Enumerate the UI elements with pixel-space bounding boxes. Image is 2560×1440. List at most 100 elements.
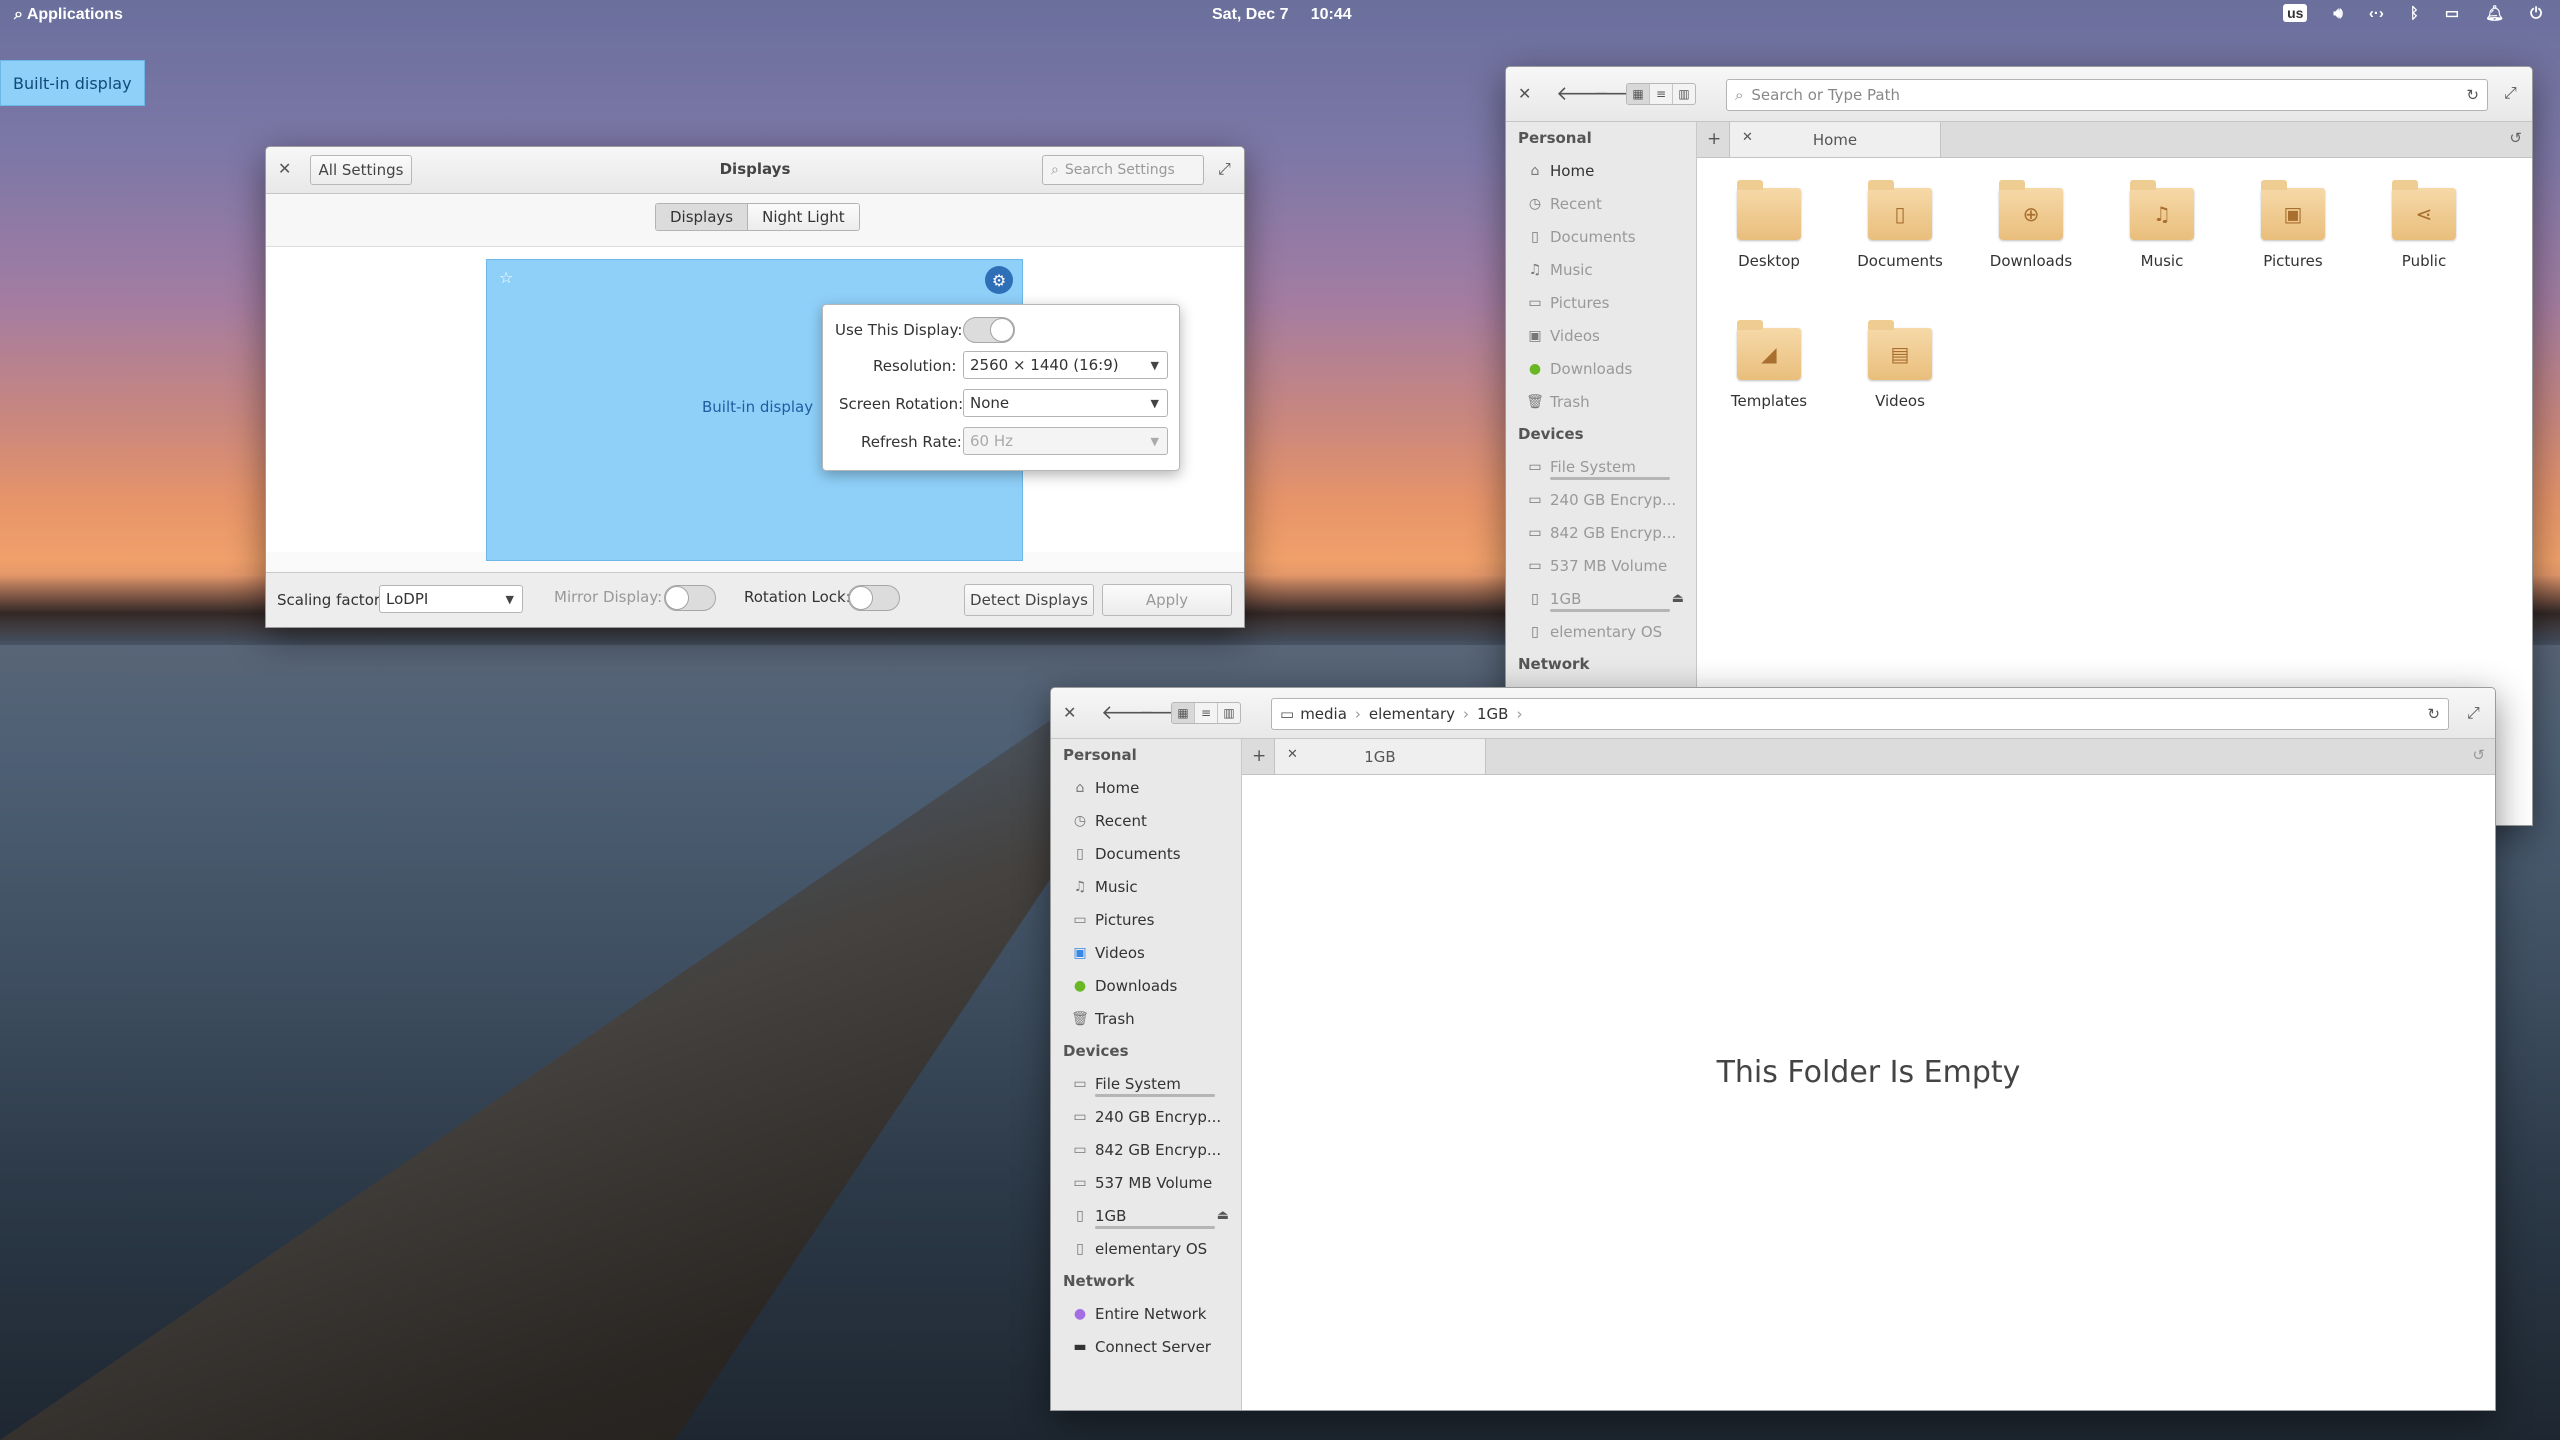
icon-view-icon[interactable]: ▦ (1627, 84, 1650, 104)
reload-icon[interactable]: ↻ (2427, 705, 2440, 723)
sidebar-item-file-system[interactable]: ▭ File System (1051, 1067, 1241, 1100)
sidebar-item-entire-network[interactable]: ● Entire Network (1051, 1297, 1241, 1330)
close-icon[interactable]: ✕ (1063, 703, 1076, 722)
resolution-value: 2560 × 1440 (16:9) (970, 356, 1119, 374)
breadcrumb-media[interactable]: media (1298, 705, 1355, 723)
tab-night-light[interactable]: Night Light (748, 204, 859, 230)
date-time-indicator[interactable]: Sat, Dec 7 10:44 (1212, 6, 1352, 24)
folder-desktop[interactable]: Desktop (1709, 180, 1829, 270)
maximize-icon[interactable]: ⤢ (2504, 83, 2517, 103)
keyboard-layout-indicator[interactable]: us (2283, 4, 2308, 22)
drive-icon: ▯ (1076, 1240, 1084, 1257)
tab-1gb[interactable]: ✕ 1GB (1274, 739, 1486, 774)
sidebar-item-recent[interactable]: ◷ Recent (1051, 804, 1241, 837)
sidebar-item-537mb[interactable]: ▭ 537 MB Volume (1051, 1166, 1241, 1199)
tab-close-icon[interactable]: ✕ (1742, 130, 1753, 145)
maximize-icon[interactable]: ⤢ (1218, 159, 1231, 179)
sidebar-item-1gb[interactable]: ▯ 1GB ⏏ (1506, 582, 1696, 615)
settings-search-input[interactable]: ⌕ Search Settings (1042, 155, 1204, 185)
tab-label: 1GB (1364, 747, 1396, 766)
sidebar-item-elementary-os[interactable]: ▯ elementary OS (1506, 615, 1696, 648)
sidebar-item-1gb[interactable]: ▯ 1GB ⏏ (1051, 1199, 1241, 1232)
sidebar-item-240gb[interactable]: ▭ 240 GB Encryp... (1506, 483, 1696, 516)
primary-star-icon[interactable]: ☆ (499, 268, 513, 287)
sidebar-item-label: Downloads (1550, 359, 1633, 378)
resolution-select[interactable]: 2560 × 1440 (16:9) ▼ (963, 351, 1168, 379)
battery-icon[interactable]: ▭ (2445, 4, 2459, 22)
rotation-select[interactable]: None ▼ (963, 389, 1168, 417)
sidebar-item-connect-server[interactable]: ▬ Connect Server (1051, 1330, 1241, 1363)
sidebar-item-music[interactable]: ♫ Music (1051, 870, 1241, 903)
breadcrumb[interactable]: ▭ media › elementary › 1GB › ↻ (1271, 698, 2449, 730)
folder-pictures[interactable]: ▣ Pictures (2233, 180, 2353, 270)
apply-label: Apply (1145, 591, 1189, 609)
use-display-switch[interactable] (963, 317, 1015, 343)
list-view-icon[interactable]: ≡ (1195, 703, 1218, 723)
sidebar-item-downloads[interactable]: ● Downloads (1506, 352, 1696, 385)
sidebar-item-pictures[interactable]: ▭ Pictures (1051, 903, 1241, 936)
rotation-lock-switch[interactable] (848, 585, 900, 611)
sidebar-item-elementary-os[interactable]: ▯ elementary OS (1051, 1232, 1241, 1265)
folder-downloads[interactable]: ⊕ Downloads (1971, 180, 2091, 270)
sidebar-item-documents[interactable]: ▯ Documents (1051, 837, 1241, 870)
tab-home[interactable]: ✕ Home (1729, 122, 1941, 157)
scaling-factor-select[interactable]: LoDPI ▼ (379, 585, 523, 613)
sidebar-item-pictures[interactable]: ▭ Pictures (1506, 286, 1696, 319)
close-icon[interactable]: ✕ (1518, 84, 1531, 103)
folder-videos[interactable]: ▤ Videos (1840, 320, 1960, 410)
drive-icon: ▭ (1528, 524, 1542, 541)
devices-header: Devices (1063, 1042, 1129, 1060)
eject-icon[interactable]: ⏏ (1672, 591, 1684, 606)
breadcrumb-elementary[interactable]: elementary (1361, 705, 1463, 723)
sidebar-item-downloads[interactable]: ● Downloads (1051, 969, 1241, 1002)
column-view-icon[interactable]: ▥ (1673, 84, 1695, 104)
sidebar-item-file-system[interactable]: ▭ File System (1506, 450, 1696, 483)
network-icon[interactable]: ‹·› (2369, 5, 2384, 22)
folder-public[interactable]: ⋖ Public (2364, 180, 2484, 270)
reload-icon[interactable]: ↻ (2466, 86, 2479, 104)
sidebar-item-documents[interactable]: ▯ Documents (1506, 220, 1696, 253)
applications-menu[interactable]: ⌕ Applications (14, 6, 123, 24)
sidebar-item-trash[interactable]: 🗑︎ Trash (1506, 385, 1696, 418)
new-tab-icon[interactable]: + (1252, 746, 1266, 766)
sidebar-item-videos[interactable]: ▣ Videos (1051, 936, 1241, 969)
notifications-icon[interactable]: 🔔︎ (2485, 4, 2504, 22)
displays-settings-window: ✕ All Settings Displays ⌕ Search Setting… (265, 146, 1245, 628)
sidebar-item-videos[interactable]: ▣ Videos (1506, 319, 1696, 352)
eject-icon[interactable]: ⏏ (1217, 1208, 1229, 1223)
sidebar-item-home[interactable]: ⌂ Home (1506, 154, 1696, 187)
history-icon[interactable]: ↺ (2509, 129, 2522, 147)
network-header: Network (1518, 655, 1590, 673)
path-bar[interactable]: ⌕ Search or Type Path ↻ (1726, 79, 2488, 111)
tab-close-icon[interactable]: ✕ (1287, 747, 1298, 762)
sidebar-item-240gb[interactable]: ▭ 240 GB Encryp... (1051, 1100, 1241, 1133)
path-placeholder: Search or Type Path (1751, 86, 1900, 104)
maximize-icon[interactable]: ⤢ (2467, 703, 2480, 723)
list-view-icon[interactable]: ≡ (1650, 84, 1673, 104)
sidebar-item-recent[interactable]: ◷ Recent (1506, 187, 1696, 220)
tab-displays[interactable]: Displays (656, 204, 749, 230)
sidebar-item-842gb[interactable]: ▭ 842 GB Encryp... (1506, 516, 1696, 549)
apply-button[interactable]: Apply (1102, 584, 1232, 616)
sidebar-item-music[interactable]: ♫ Music (1506, 253, 1696, 286)
sidebar-item-trash[interactable]: 🗑︎ Trash (1051, 1002, 1241, 1035)
folder-music[interactable]: ♫ Music (2102, 180, 2222, 270)
power-icon[interactable]: ⏻ (2530, 5, 2542, 22)
sidebar-item-home[interactable]: ⌂ Home (1051, 771, 1241, 804)
bluetooth-icon[interactable]: ᛒ (2410, 5, 2419, 22)
new-tab-icon[interactable]: + (1707, 129, 1721, 149)
sidebar-item-537mb[interactable]: ▭ 537 MB Volume (1506, 549, 1696, 582)
scaling-factor-value: LoDPI (386, 590, 429, 608)
monitor-settings-button[interactable]: ⚙ (985, 266, 1013, 294)
history-icon[interactable]: ↺ (2472, 746, 2485, 764)
sidebar-item-842gb[interactable]: ▭ 842 GB Encryp... (1051, 1133, 1241, 1166)
folder-documents[interactable]: ▯ Documents (1840, 180, 1960, 270)
column-view-icon[interactable]: ▥ (1218, 703, 1240, 723)
detect-displays-button[interactable]: Detect Displays (964, 584, 1094, 616)
refresh-rate-select[interactable]: 60 Hz ▼ (963, 427, 1168, 455)
icon-view-icon[interactable]: ▦ (1172, 703, 1195, 723)
breadcrumb-1gb[interactable]: 1GB (1469, 705, 1516, 723)
volume-icon[interactable]: 🔊︎ (2333, 5, 2342, 22)
folder-templates[interactable]: ◢ Templates (1709, 320, 1829, 410)
mirror-display-switch[interactable] (664, 585, 716, 611)
